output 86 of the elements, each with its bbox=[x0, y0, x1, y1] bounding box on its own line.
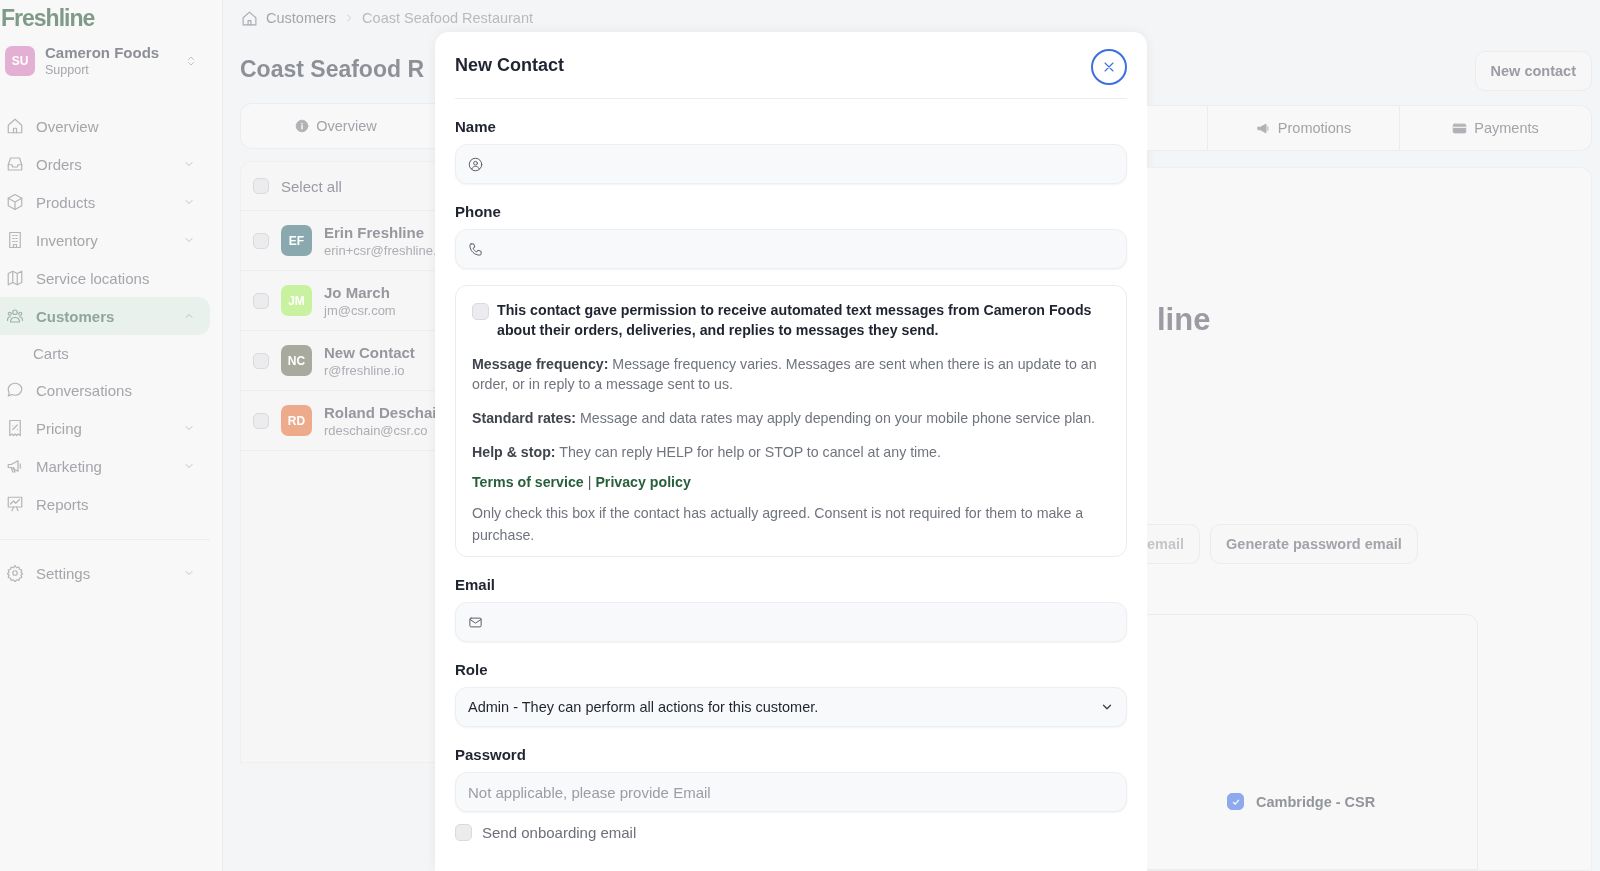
checkbox[interactable] bbox=[253, 352, 269, 369]
page-title: Coast Seafood R bbox=[240, 56, 426, 83]
nav-item[interactable]: Inventory bbox=[0, 221, 210, 259]
input-field[interactable] bbox=[455, 144, 1127, 184]
avatar: EF bbox=[281, 225, 312, 256]
consent-statement: This contact gave permission to receive automated text messages from Cameron Foods about their orders, deliveries, and replies to messages they send. bbox=[497, 301, 1093, 340]
home-icon bbox=[241, 9, 258, 27]
input-field[interactable]: Not applicable, please provide Email bbox=[455, 772, 1127, 812]
megaphone-icon bbox=[6, 457, 24, 475]
info-icon bbox=[295, 119, 310, 133]
chat-bubble-icon bbox=[6, 381, 24, 399]
policy-link[interactable]: Privacy policy bbox=[595, 474, 691, 490]
nav-item[interactable]: Service locations bbox=[0, 259, 210, 297]
breadcrumb-link[interactable]: Coast Seafood Restaurant bbox=[362, 10, 533, 26]
nav-subitem[interactable]: Carts bbox=[0, 335, 69, 371]
nav-item[interactable]: Products bbox=[0, 183, 210, 221]
checkbox[interactable] bbox=[253, 178, 269, 194]
checkbox-label: Send onboarding email bbox=[482, 824, 637, 841]
email-button[interactable]: Generate password email bbox=[1210, 524, 1418, 564]
account-switcher[interactable]: SU Cameron Foods Support bbox=[5, 42, 210, 79]
role-dropdown[interactable]: Admin - They can perform all actions for this customer. bbox=[455, 687, 1127, 727]
input-field[interactable] bbox=[455, 229, 1127, 269]
dialog-title: New Contact bbox=[455, 54, 564, 76]
contact-name: Roland Deschai bbox=[324, 403, 435, 421]
select-all-label: Select all bbox=[281, 177, 342, 195]
location-label: Cambridge - CSR bbox=[1256, 793, 1376, 810]
contact-name: Erin Freshline bbox=[324, 223, 426, 241]
chart-board-icon bbox=[6, 495, 24, 513]
field-label: Name bbox=[455, 118, 497, 135]
people-icon bbox=[6, 307, 24, 325]
nav-item[interactable]: Pricing bbox=[0, 409, 210, 447]
nav-item[interactable]: Orders bbox=[0, 145, 210, 183]
avatar: RD bbox=[281, 405, 312, 436]
nav-item[interactable]: Conversations bbox=[0, 371, 210, 409]
field-label: Email bbox=[455, 576, 497, 593]
gear-icon bbox=[6, 564, 24, 582]
tray-icon bbox=[6, 155, 24, 173]
tab[interactable]: Promotions bbox=[1207, 106, 1399, 150]
breadcrumb-link[interactable]: Customers bbox=[266, 10, 337, 26]
policy-link[interactable]: Terms of service bbox=[472, 474, 584, 490]
avatar: JM bbox=[281, 285, 312, 316]
nav-item[interactable]: Settings bbox=[0, 554, 210, 592]
price-tag-icon bbox=[6, 419, 24, 437]
map-icon bbox=[6, 269, 24, 287]
contact-name: Jo March bbox=[324, 283, 391, 301]
avatar: SU bbox=[5, 45, 35, 76]
card-icon bbox=[1452, 120, 1468, 136]
envelope-icon bbox=[468, 614, 483, 630]
checkbox[interactable] bbox=[1227, 793, 1244, 810]
field-label: Role bbox=[455, 661, 489, 678]
contact-email: jm@csr.com bbox=[324, 302, 396, 318]
nav-item[interactable]: Customers bbox=[0, 297, 210, 335]
consent-note: Message frequency: Message frequency varies. Messages are sent when there is an update to an order, or in reply to a message sent to us. bbox=[472, 355, 1098, 394]
contact-email: r@freshline.io bbox=[324, 362, 406, 378]
phone-icon bbox=[468, 241, 483, 257]
input-field[interactable] bbox=[455, 602, 1127, 642]
consent-footnote: Only check this box if the contact has actually agreed. Consent is not required for them to make a purchase. bbox=[472, 504, 1085, 545]
tab[interactable]: Payments bbox=[1399, 106, 1591, 150]
home-icon bbox=[6, 117, 24, 135]
avatar: NC bbox=[281, 345, 312, 376]
new-contact-button[interactable]: New contact bbox=[1474, 51, 1592, 91]
separator: | bbox=[587, 474, 592, 490]
cube-icon bbox=[6, 193, 24, 211]
nav-item[interactable]: Marketing bbox=[0, 447, 210, 485]
building-icon bbox=[6, 231, 24, 249]
checkbox[interactable] bbox=[455, 824, 472, 841]
consent-note: Standard rates: Message and data rates may apply depending on your mobile phone service plan. bbox=[472, 409, 1097, 428]
contact-email: erin+csr@freshline. bbox=[324, 242, 435, 258]
field-label: Phone bbox=[455, 203, 502, 220]
contact-name: New Contact bbox=[324, 343, 415, 361]
person-circle-icon bbox=[468, 156, 483, 172]
nav-item[interactable]: Overview bbox=[0, 107, 210, 145]
close-button[interactable] bbox=[1091, 48, 1127, 85]
field-label: Password bbox=[455, 746, 527, 763]
checkbox[interactable] bbox=[472, 303, 489, 320]
consent-note: Help & stop: They can reply HELP for help or STOP to cancel at any time. bbox=[472, 443, 942, 462]
account-name: Cameron Foods bbox=[45, 44, 161, 61]
checkbox[interactable] bbox=[253, 412, 269, 429]
checkbox[interactable] bbox=[253, 232, 269, 249]
account-role: Support bbox=[45, 63, 90, 77]
logo: Freshline bbox=[0, 4, 95, 32]
contact-heading: line bbox=[1156, 302, 1212, 338]
nav-item[interactable]: Reports bbox=[0, 485, 210, 523]
tab[interactable]: Overview bbox=[241, 104, 431, 148]
contact-email: rdeschain@csr.co bbox=[324, 422, 429, 438]
checkbox[interactable] bbox=[253, 292, 269, 309]
